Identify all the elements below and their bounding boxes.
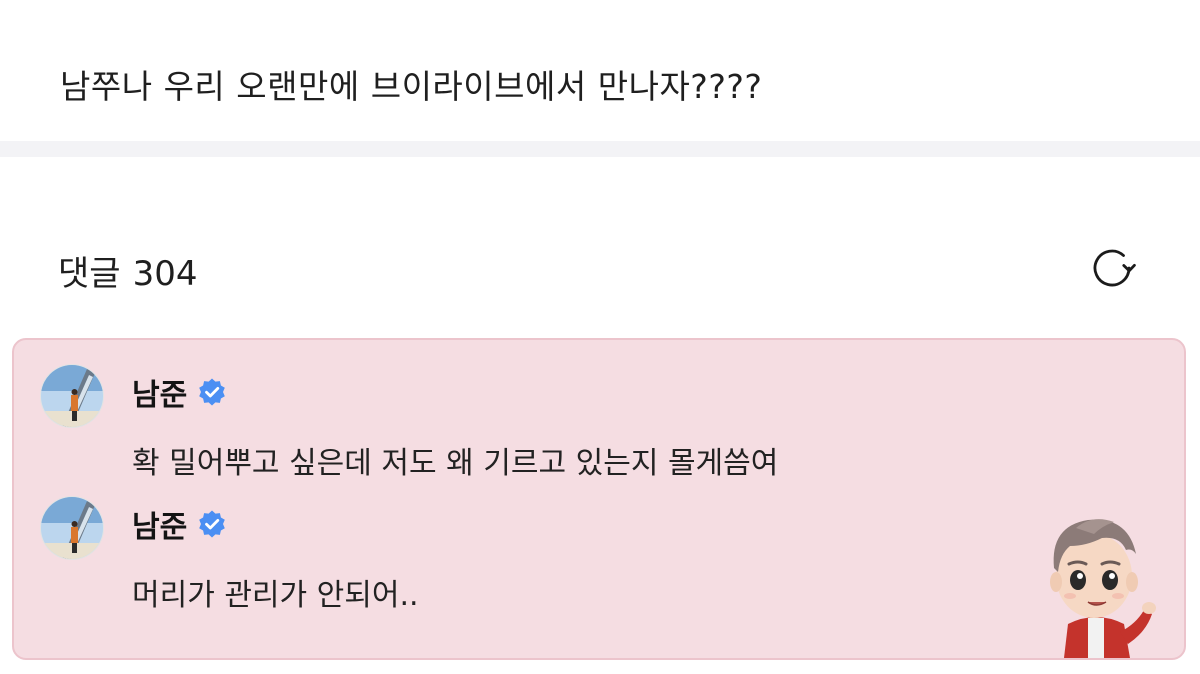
comments-title: 댓글 304 [58,246,197,295]
refresh-icon [1093,249,1136,287]
character-sticker [1036,506,1156,658]
section-divider [0,141,1200,157]
comments-count: 304 [132,254,198,294]
avatar[interactable] [40,496,104,560]
refresh-button[interactable] [1084,240,1140,296]
comment-author[interactable]: 남준 [132,370,227,414]
comments-header: 댓글 304 [58,240,1140,296]
comment-text: 머리가 관리가 안되어.. [132,578,419,613]
author-name: 남준 [132,378,188,413]
avatar[interactable] [40,364,104,428]
verified-badge-icon [197,377,227,407]
post-text: 남쭈나 우리 오랜만에 브이라이브에서 만나자???? [60,67,763,106]
verified-badge-icon [197,509,227,539]
comment-text: 확 밀어뿌고 싶은데 저도 왜 기르고 있는지 몰게씀여 [132,446,779,481]
pinned-comments: 남준 확 밀어뿌고 싶은데 저도 왜 기르고 있는지 몰게씀여 남준 머리가 관… [12,338,1186,660]
author-name: 남준 [132,510,188,545]
comment-author[interactable]: 남준 [132,502,227,546]
comments-label: 댓글 [58,254,121,294]
